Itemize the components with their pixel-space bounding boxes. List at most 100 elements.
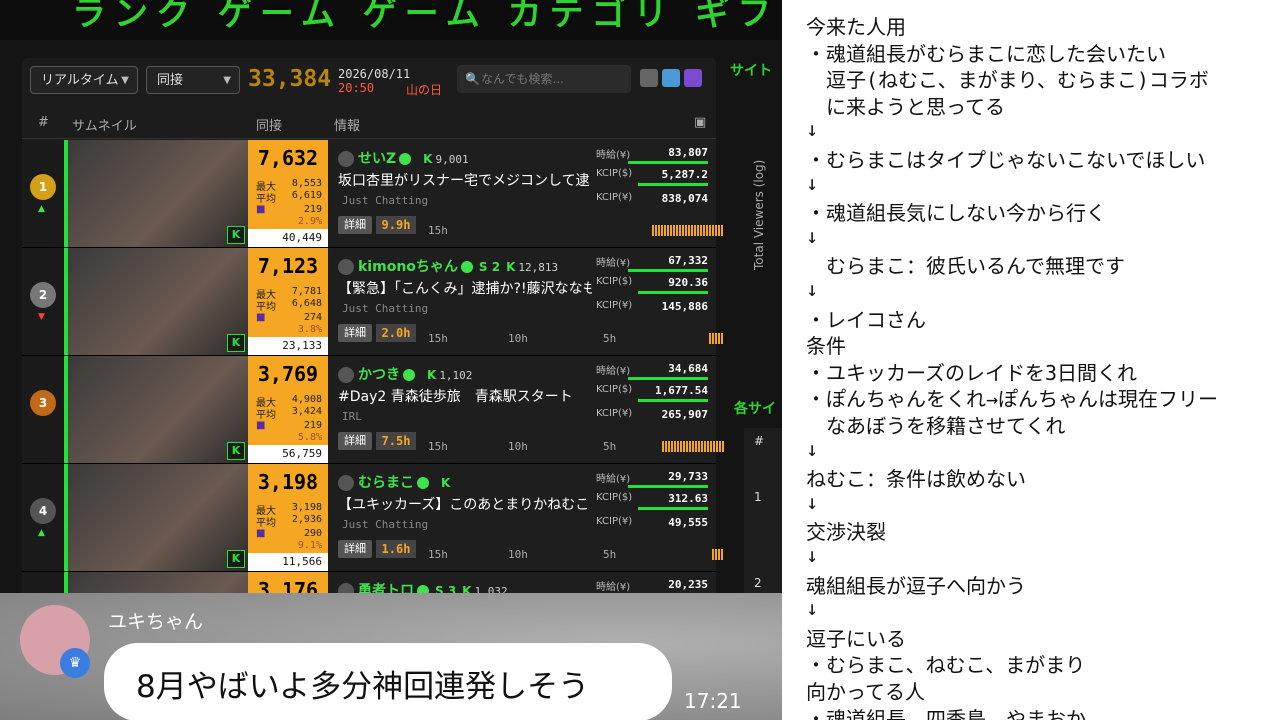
viewer-stats: 7,123 最大 7,781 平均 6,648 ■ 274 3.8% 23,133 bbox=[248, 248, 328, 355]
avg-viewers: 6,648 bbox=[291, 298, 322, 309]
stream-thumbnail[interactable]: K bbox=[68, 248, 248, 355]
streamer-name-line[interactable]: むらまこ K bbox=[338, 472, 453, 492]
table-row[interactable]: 2 ▼ K 7,123 最大 7,781 平均 6,648 ■ 274 3.8% 23,133 kimo… bbox=[22, 248, 723, 356]
streamer-name-line[interactable]: かつき K 1,102 bbox=[338, 364, 472, 384]
follower-bar: 11,566 bbox=[248, 553, 328, 571]
crown-icon: ♛ bbox=[60, 648, 90, 678]
stream-thumbnail[interactable]: K bbox=[68, 140, 248, 247]
kcip-usd-label: KCIP($) bbox=[596, 168, 633, 179]
mode-select-value: リアルタイム bbox=[41, 73, 119, 88]
table-row[interactable]: 3 K 3,769 最大 4,908 平均 3,424 ■ 219 5.8% 56,759 かつき K 1… bbox=[22, 356, 724, 464]
stream-category[interactable]: IRL bbox=[342, 410, 362, 423]
each-site-label: 各サイ bbox=[734, 401, 776, 417]
kcip-jpy-label: KCIP(¥) bbox=[596, 516, 633, 527]
sparkline-bar bbox=[686, 441, 688, 452]
banner-text: ランク ゲーム ゲーム カテゴリ ギフト アワード ラ bbox=[72, 0, 782, 34]
sparkline-bar bbox=[688, 225, 690, 236]
search-icon: 🔍 bbox=[465, 72, 480, 86]
rank-medal: 1 bbox=[30, 174, 56, 200]
sparkline-bar bbox=[712, 333, 714, 344]
timeline-hour-label: 5h bbox=[603, 548, 617, 561]
stream-thumbnail[interactable]: K bbox=[68, 356, 248, 463]
jikyu-label: 時給(¥) bbox=[596, 582, 631, 593]
note-line: なあぼうを移籍させてくれ bbox=[806, 414, 1066, 438]
table-row[interactable]: 1 ▲ K 7,632 最大 8,553 平均 6,619 ■ 219 2.9% 40,449 せいZ K… bbox=[22, 140, 723, 248]
stream-category[interactable]: Just Chatting bbox=[342, 518, 428, 531]
sparkline-bar bbox=[664, 225, 666, 236]
max-viewers: 3,198 bbox=[291, 502, 322, 513]
viewer-stats: 3,198 最大 3,198 平均 2,936 ■ 290 9.1% 11,566 bbox=[248, 464, 328, 571]
header-viewers[interactable]: 同接 bbox=[256, 115, 282, 134]
follower-count: 11,566 bbox=[282, 555, 322, 568]
note-line: ・むらまこ、ねむこ、まがまり bbox=[806, 653, 1086, 678]
kcip-usd-label: KCIP($) bbox=[596, 384, 633, 395]
note-line: 逗子にいる bbox=[806, 626, 906, 651]
jikyu-label: 時給(¥) bbox=[596, 366, 631, 377]
note-line: ・魂道組長、四季島、やまおか bbox=[806, 706, 1086, 720]
sparkline-bar bbox=[700, 225, 702, 236]
sparkline-bar bbox=[655, 225, 657, 236]
monitor-icon[interactable] bbox=[640, 69, 658, 87]
detail-button[interactable]: 詳細 bbox=[338, 324, 372, 342]
detail-button[interactable]: 詳細 bbox=[338, 432, 372, 450]
ranking-panel: リアルタイム ▼ 同接 ▼ 33,384 2026/08/11 20:50 山の… bbox=[22, 58, 724, 680]
sparkline-bar bbox=[707, 441, 709, 452]
avg-label: 平均 bbox=[256, 410, 276, 421]
timeline-hour-label: 5h bbox=[603, 332, 617, 345]
jikyu-value: 83,807 bbox=[668, 146, 708, 159]
note-line: ↓ bbox=[806, 170, 819, 195]
streamer-name-line[interactable]: kimonoちゃん S 2 K 12,813 bbox=[338, 256, 558, 276]
site-label: サイト bbox=[730, 63, 772, 79]
rank-cell: 4 ▲ bbox=[22, 464, 64, 571]
sub-count: 274 bbox=[303, 312, 322, 323]
header-thumbnail: サムネイル bbox=[72, 119, 137, 134]
sparkline-bar bbox=[691, 225, 693, 236]
max-viewers: 8,553 bbox=[291, 178, 322, 189]
table-row[interactable]: 4 ▲ K 3,198 最大 3,198 平均 2,936 ■ 290 9.1% 11,566 むらまこ… bbox=[22, 464, 723, 572]
chat-bubble: 8月やばいよ多分神回連発しそう bbox=[104, 643, 672, 720]
sub-ratio: 3.8% bbox=[297, 324, 322, 335]
viewer-count: 3,769 bbox=[257, 362, 319, 386]
sparkline-bar bbox=[665, 441, 667, 452]
streamer-avatar bbox=[338, 259, 354, 275]
stream-thumbnail[interactable]: K bbox=[68, 464, 248, 571]
header-rank: # bbox=[38, 115, 49, 130]
sort-select[interactable]: 同接 ▼ bbox=[146, 66, 240, 94]
mode-select[interactable]: リアルタイム ▼ bbox=[30, 66, 138, 94]
stream-title[interactable]: 坂口杏里がリスナー宅でメジコンして逮 bbox=[338, 170, 592, 190]
viewer-sparkline bbox=[652, 218, 726, 236]
site-icon[interactable] bbox=[662, 69, 680, 87]
jikyu-value: 20,235 bbox=[668, 578, 708, 591]
note-line: 条件 bbox=[806, 334, 846, 359]
twitch-icon[interactable] bbox=[684, 69, 702, 87]
stream-title[interactable]: 【ユキッカーズ】このあとまりかねむことま bbox=[338, 494, 592, 514]
detail-button[interactable]: 詳細 bbox=[338, 540, 372, 558]
streamer-name-line[interactable]: せいZ K 9,001 bbox=[338, 148, 469, 168]
avg-viewers: 6,619 bbox=[291, 190, 322, 201]
sub-count: 290 bbox=[303, 528, 322, 539]
sparkline-bar bbox=[680, 441, 682, 452]
search-input[interactable]: 🔍 なんでも検索... bbox=[457, 65, 631, 93]
stream-title[interactable]: 【緊急】「こんくみ」逮捕か?!藤沢ななも、 bbox=[338, 278, 592, 298]
kick-badge: K bbox=[227, 226, 245, 244]
k-count: 12,813 bbox=[518, 261, 559, 274]
stream-category[interactable]: Just Chatting bbox=[342, 302, 428, 315]
stream-duration: 7.5h bbox=[376, 432, 416, 450]
k-icon: K bbox=[427, 368, 437, 382]
kick-badge: K bbox=[227, 550, 245, 568]
stream-title[interactable]: #Day2 青森徒歩旅 青森駅スタート bbox=[338, 386, 592, 406]
sparkline-bar bbox=[668, 441, 670, 452]
follower-bar: 40,449 bbox=[248, 229, 328, 247]
timeline-hour-label: 10h bbox=[508, 332, 528, 345]
detail-button[interactable]: 詳細 bbox=[338, 216, 372, 234]
kcip-usd-value: 312.63 bbox=[668, 492, 708, 505]
sparkline-bar bbox=[709, 333, 711, 344]
stream-category[interactable]: Just Chatting bbox=[342, 194, 428, 207]
calendar-icon[interactable]: ▣ bbox=[694, 115, 706, 130]
sparkline-bar bbox=[682, 225, 684, 236]
rank-medal: 2 bbox=[30, 282, 56, 308]
sparkline-bar bbox=[718, 549, 720, 560]
sparkline-bar bbox=[718, 225, 720, 236]
kcip-usd-bar bbox=[638, 291, 708, 294]
jikyu-bar bbox=[628, 485, 708, 488]
